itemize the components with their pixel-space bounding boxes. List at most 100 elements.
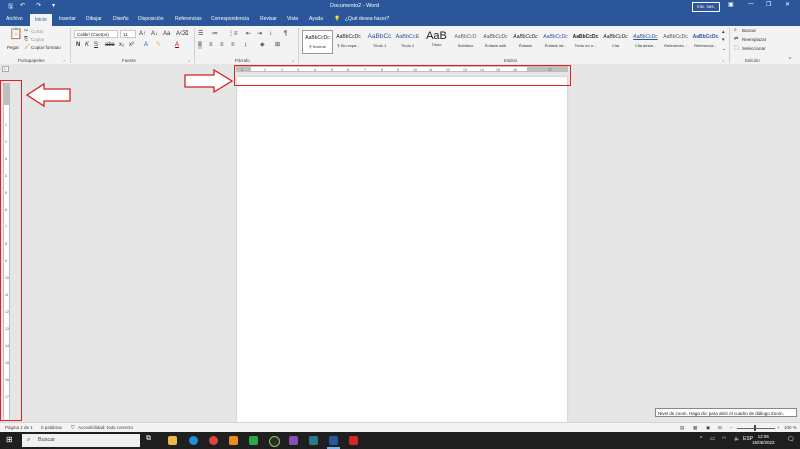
highlight-icon[interactable]: ✎ bbox=[156, 41, 161, 49]
style-intense-reference[interactable]: AaBbCcDc Referencia... bbox=[690, 30, 721, 54]
document-page[interactable] bbox=[237, 77, 567, 422]
decrease-indent-icon[interactable]: ⇤ bbox=[246, 30, 251, 38]
app-icon[interactable] bbox=[269, 436, 280, 447]
volume-icon[interactable]: 🔈 bbox=[734, 436, 740, 442]
replace-button[interactable]: Reemplazar bbox=[742, 37, 766, 42]
taskbar-search[interactable]: ⌕ Buscar bbox=[22, 434, 140, 447]
select-button[interactable]: Seleccionar bbox=[742, 46, 766, 51]
chrome-icon[interactable] bbox=[209, 436, 218, 445]
dialog-launcher-icon[interactable]: ⌟ bbox=[722, 56, 724, 64]
windows-start-icon[interactable]: ⊞ bbox=[6, 435, 13, 444]
tab-archivo[interactable]: Archivo bbox=[6, 16, 23, 22]
style-quote[interactable]: AaBbCcDc Cita bbox=[600, 30, 631, 54]
minimize-icon[interactable]: — bbox=[748, 1, 754, 7]
redo-icon[interactable]: ↷ bbox=[36, 2, 41, 9]
search-icon[interactable]: ⌕ bbox=[734, 26, 737, 34]
borders-icon[interactable]: ⊞ bbox=[275, 41, 280, 49]
numbering-icon[interactable]: ≔ bbox=[212, 30, 218, 38]
dialog-launcher-icon[interactable]: ⌟ bbox=[63, 56, 65, 64]
shading-icon[interactable]: ◈ bbox=[260, 41, 265, 49]
tab-referencias[interactable]: Referencias bbox=[175, 16, 202, 22]
gallery-scroll-down-icon[interactable]: ▾ bbox=[722, 36, 725, 44]
font-name-dropdown[interactable]: Calibri (Cuerpo) bbox=[74, 30, 118, 38]
zoom-slider-thumb[interactable] bbox=[754, 425, 756, 431]
multilevel-list-icon[interactable]: ⋮≡ bbox=[228, 30, 238, 38]
format-painter-button[interactable]: Copiar formato bbox=[31, 45, 61, 50]
undo-icon[interactable]: ↶ bbox=[20, 2, 25, 9]
ribbon-display-icon[interactable]: ▣ bbox=[728, 1, 734, 8]
tab-disposicion[interactable]: Disposición bbox=[138, 16, 164, 22]
network-icon[interactable]: ▭ bbox=[710, 436, 715, 442]
style-subtle-reference[interactable]: AaBbCcDc Referencia... bbox=[660, 30, 691, 54]
text-effects-icon[interactable]: A bbox=[144, 41, 148, 49]
page-count[interactable]: Página 1 de 1 bbox=[5, 425, 33, 430]
tab-dibujar[interactable]: Dibujar bbox=[86, 16, 102, 22]
copy-icon[interactable]: ⎘ bbox=[24, 35, 28, 43]
sort-icon[interactable]: ↕ bbox=[269, 30, 272, 38]
style-subtitle[interactable]: AaBbCcD Subtítulo bbox=[450, 30, 481, 54]
increase-indent-icon[interactable]: ⇥ bbox=[257, 30, 262, 38]
align-left-icon[interactable]: ≡ bbox=[198, 41, 202, 49]
tell-me-search[interactable]: ¿Qué desea hacer? bbox=[345, 16, 389, 22]
tab-vista[interactable]: Vista bbox=[287, 16, 298, 22]
pilcrow-icon[interactable]: ¶ bbox=[284, 30, 287, 38]
web-layout-icon[interactable]: ⊟ bbox=[718, 425, 722, 431]
app-icon[interactable] bbox=[249, 436, 258, 445]
tray-chevron-icon[interactable]: ^ bbox=[700, 436, 702, 442]
scissors-icon[interactable]: ✂ bbox=[24, 27, 28, 35]
paste-icon[interactable]: 📋 bbox=[9, 29, 23, 40]
cut-button[interactable]: Cortar bbox=[31, 29, 44, 34]
change-case-icon[interactable]: Aa bbox=[163, 30, 170, 38]
pdf-reader-icon[interactable] bbox=[349, 436, 358, 445]
underline-icon[interactable]: S bbox=[94, 41, 98, 49]
bullets-icon[interactable]: ☰ bbox=[198, 30, 203, 38]
tab-inicio[interactable]: Inicio bbox=[30, 14, 52, 26]
edge-icon[interactable] bbox=[189, 436, 198, 445]
tab-ayuda[interactable]: Ayuda bbox=[309, 16, 323, 22]
align-center-icon[interactable]: ≡ bbox=[209, 41, 213, 49]
task-view-icon[interactable]: ⧉ bbox=[146, 435, 151, 443]
focus-mode-icon[interactable]: ▤ bbox=[680, 425, 684, 431]
style-intense-emphasis[interactable]: AaBbCcDc Énfasis int... bbox=[540, 30, 571, 54]
style-strong[interactable]: AaBbCcDc Texto en n... bbox=[570, 30, 601, 54]
italic-icon[interactable]: K bbox=[85, 41, 89, 49]
close-icon[interactable]: ✕ bbox=[785, 1, 790, 8]
replace-icon[interactable]: ⇄ bbox=[734, 35, 738, 43]
gallery-more-icon[interactable]: ⌄ bbox=[722, 45, 726, 53]
bold-icon[interactable]: N bbox=[76, 41, 80, 49]
sign-in-button[interactable]: Inic. ses. bbox=[692, 2, 720, 12]
word-taskbar-icon[interactable] bbox=[329, 436, 338, 445]
style-heading-2[interactable]: AaBbCcE Título 2 bbox=[392, 30, 423, 54]
select-icon[interactable]: ⬚ bbox=[734, 44, 739, 52]
dialog-launcher-icon[interactable]: ⌟ bbox=[292, 56, 294, 64]
style-intense-quote[interactable]: AaBbCcDc Cita desta... bbox=[630, 30, 661, 54]
font-size-dropdown[interactable]: 11 bbox=[120, 30, 136, 38]
tab-selector-icon[interactable]: L bbox=[2, 66, 9, 72]
find-button[interactable]: Buscar bbox=[742, 28, 756, 33]
style-title[interactable]: AaB Título bbox=[421, 30, 452, 54]
font-color-icon[interactable]: A bbox=[175, 41, 179, 49]
style-no-spacing[interactable]: AaBbCcDc ¶ Sin espa... bbox=[333, 30, 364, 54]
zoom-out-icon[interactable]: − bbox=[730, 425, 733, 430]
file-explorer-icon[interactable] bbox=[168, 436, 177, 445]
zoom-slider[interactable] bbox=[737, 428, 775, 429]
tab-diseno[interactable]: Diseño bbox=[113, 16, 129, 22]
style-normal[interactable]: AaBbCcDc ¶ Normal bbox=[302, 30, 333, 54]
clear-formatting-icon[interactable]: A⌫ bbox=[176, 30, 189, 38]
vlc-icon[interactable] bbox=[229, 436, 238, 445]
dialog-launcher-icon[interactable]: ⌟ bbox=[188, 56, 190, 64]
collapse-ribbon-icon[interactable]: ^ bbox=[789, 56, 791, 64]
shrink-font-icon[interactable]: A↓ bbox=[151, 30, 158, 38]
maximize-icon[interactable]: ❐ bbox=[766, 1, 771, 8]
print-layout-icon[interactable]: ▣ bbox=[706, 425, 710, 431]
grow-font-icon[interactable]: A↑ bbox=[139, 30, 146, 38]
wifi-icon[interactable]: ◠ bbox=[722, 436, 726, 442]
word-count[interactable]: 0 palabras bbox=[41, 425, 62, 430]
tab-correspondencia[interactable]: Correspondencia bbox=[211, 16, 249, 22]
paste-button[interactable]: Pegar bbox=[7, 45, 19, 50]
gallery-scroll-up-icon[interactable]: ▴ bbox=[722, 28, 725, 36]
zoom-in-icon[interactable]: + bbox=[777, 425, 780, 430]
app-icon[interactable] bbox=[289, 436, 298, 445]
accessibility-status[interactable]: Accesibilidad: todo correcto bbox=[78, 425, 133, 430]
save-icon[interactable]: 🖫 bbox=[8, 2, 13, 12]
